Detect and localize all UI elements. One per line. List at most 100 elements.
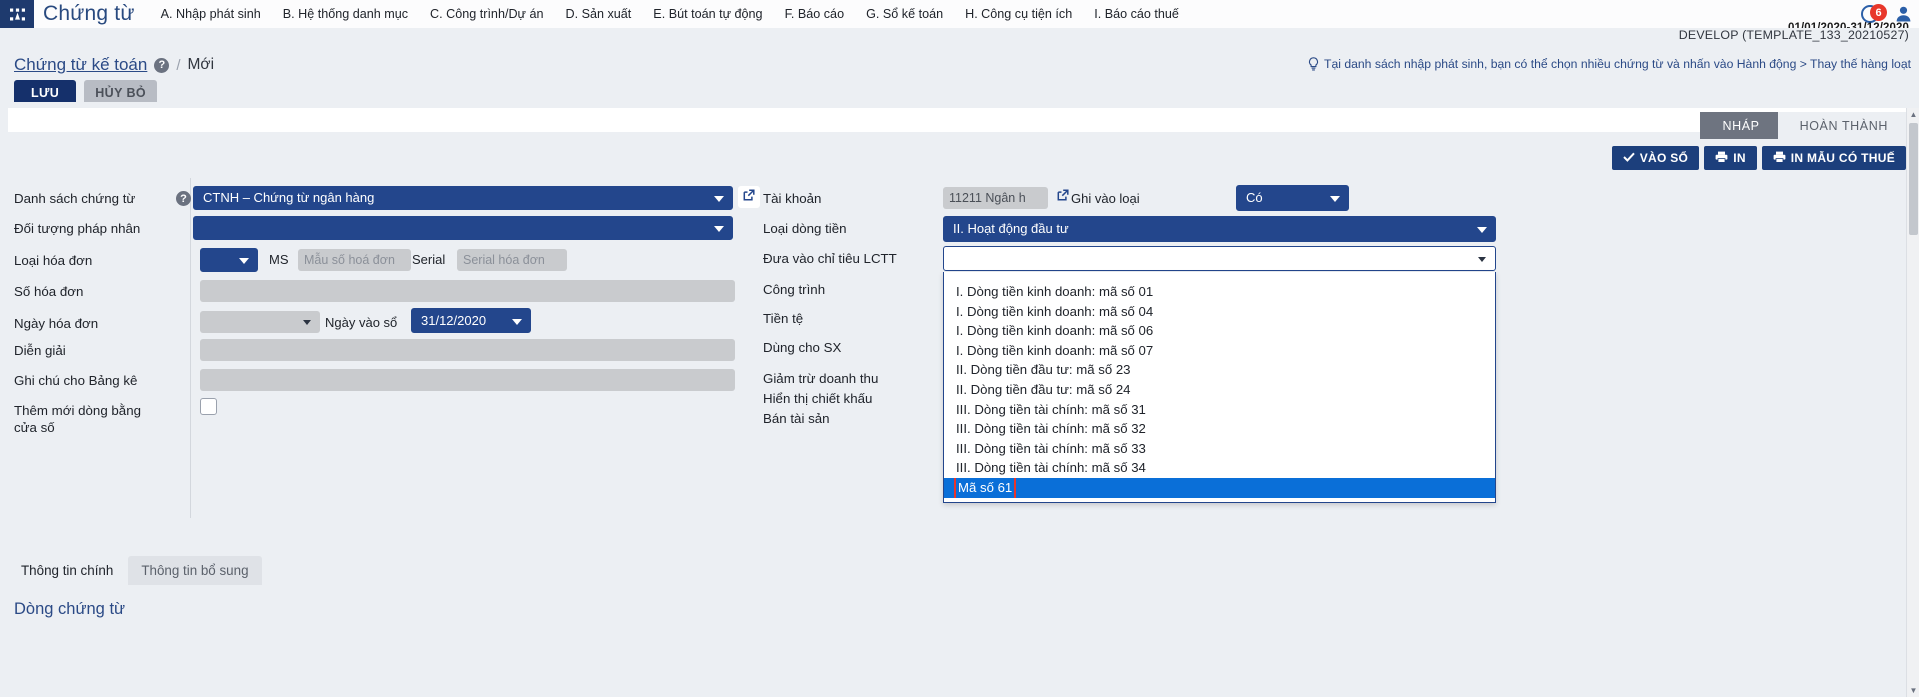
develop-template-label: DEVELOP (TEMPLATE_133_20210527) — [1678, 28, 1909, 42]
breadcrumb-link-chung-tu-ke-toan[interactable]: Chứng từ kế toán — [14, 55, 147, 75]
action-button-row: LƯU HỦY BỎ — [0, 80, 1919, 102]
scroll-down-icon[interactable]: ▼ — [1907, 684, 1919, 697]
scroll-up-icon[interactable]: ▲ — [1907, 108, 1919, 121]
status-tabs: NHÁP HOÀN THÀNH — [1700, 112, 1906, 139]
label-ban-tai-san: Bán tài sản — [763, 411, 830, 426]
breadcrumb-separator: / — [176, 56, 181, 74]
dropdown-option[interactable]: I. Dòng tiền kinh doanh: mã số 01 — [944, 282, 1495, 302]
app-logo — [0, 0, 34, 28]
serial-input[interactable]: Serial hóa đơn — [457, 249, 567, 271]
dropdown-option-selected[interactable]: Mã số 61 — [944, 477, 1495, 498]
dropdown-option[interactable]: III. Dòng tiền tài chính: mã số 34 — [944, 458, 1495, 478]
entry-date-input[interactable]: 31/12/2020 — [411, 308, 531, 333]
menu-item-cong-trinh-du-an[interactable]: C. Công trình/Dự án — [430, 7, 543, 21]
save-button[interactable]: LƯU — [14, 80, 77, 102]
label-tien-te: Tiền tệ — [763, 311, 804, 326]
lctt-dropdown-list[interactable]: I. Dòng tiền kinh doanh: mã số 01 I. Dòn… — [943, 272, 1496, 503]
print-tax-template-button[interactable]: IN MẪU CÓ THUẾ — [1761, 146, 1906, 170]
cancel-button[interactable]: HỦY BỎ — [84, 80, 158, 102]
dropdown-option[interactable]: I. Dòng tiền kinh doanh: mã số 06 — [944, 321, 1495, 341]
account-input[interactable]: 11211 Ngân h — [943, 187, 1048, 209]
invoice-date-input[interactable] — [200, 311, 320, 333]
label-doi-tuong-phap-nhan: Đối tượng pháp nhân — [14, 221, 141, 236]
label-ngay-vao-so: Ngày vào sổ — [325, 315, 398, 330]
status-tab-hoan-thanh[interactable]: HOÀN THÀNH — [1777, 112, 1906, 139]
dropdown-option[interactable]: I. Dòng tiền kinh doanh: mã số 04 — [944, 302, 1495, 322]
dropdown-option[interactable]: III. Dòng tiền tài chính: mã số 32 — [944, 419, 1495, 439]
tab-thong-tin-bo-sung[interactable]: Thông tin bổ sung — [128, 556, 262, 585]
notification-count-badge: 6 — [1870, 4, 1887, 21]
form-column-divider — [190, 178, 191, 518]
record-as-select[interactable]: Có — [1236, 185, 1349, 211]
notification-button[interactable]: 6 — [1861, 4, 1887, 24]
scrollbar-thumb[interactable] — [1909, 123, 1918, 235]
label-ngay-hoa-don: Ngày hóa đơn — [14, 316, 99, 331]
dropdown-option[interactable]: II. Dòng tiền đầu tư: mã số 23 — [944, 360, 1495, 380]
menu-item-bao-cao-thue[interactable]: I. Báo cáo thuế — [1094, 7, 1179, 21]
invoice-type-select[interactable] — [200, 248, 258, 272]
main-menu: A. Nhập phát sinh B. Hệ thống danh mục C… — [161, 7, 1179, 21]
tab-thong-tin-chinh[interactable]: Thông tin chính — [8, 556, 127, 585]
label-ghi-vao-loai: Ghi vào loại — [1071, 191, 1140, 206]
menu-item-he-thong-danh-muc[interactable]: B. Hệ thống danh mục — [283, 7, 408, 21]
menu-item-but-toan-tu-dong[interactable]: E. Bút toán tự động — [653, 7, 762, 21]
add-row-by-window-checkbox[interactable] — [200, 398, 217, 415]
dropdown-option-selected-label: Mã số 61 — [953, 477, 1017, 498]
printer-icon — [1715, 151, 1728, 166]
label-dung-cho-sx: Dùng cho SX — [763, 340, 842, 355]
voucher-list-external-link-button[interactable] — [738, 186, 760, 208]
label-danh-sach-chung-tu: Danh sách chứng từ — [14, 191, 136, 206]
legal-entity-select[interactable] — [193, 216, 733, 240]
breadcrumb: Chứng từ kế toán ? / Mới Tại danh sách n… — [0, 50, 1919, 80]
print-tax-template-label: IN MẪU CÓ THUẾ — [1790, 151, 1895, 165]
note-for-statement-input[interactable] — [200, 369, 735, 391]
external-link-icon — [1056, 188, 1070, 207]
dropdown-option[interactable]: I. Dòng tiền kinh doanh: mã số 07 — [944, 341, 1495, 361]
cashflow-type-select[interactable]: II. Hoạt động đầu tư — [943, 216, 1496, 242]
question-mark-icon[interactable]: ? — [154, 57, 170, 73]
card-top-strip — [8, 108, 1906, 132]
invoice-template-input[interactable]: Mẫu số hoá đơn — [298, 249, 411, 271]
dropdown-option[interactable]: III. Dòng tiền tài chính: mã số 31 — [944, 400, 1495, 420]
dropdown-option[interactable]: III. Dòng tiền tài chính: mã số 33 — [944, 439, 1495, 459]
invoice-number-input[interactable] — [200, 280, 735, 302]
label-tai-khoan: Tài khoản — [763, 191, 822, 206]
user-avatar-icon[interactable] — [1896, 6, 1911, 22]
print-button[interactable]: IN — [1704, 146, 1757, 170]
chevron-down-icon — [1330, 196, 1340, 202]
label-loai-dong-tien: Loại dòng tiền — [763, 221, 847, 236]
chevron-down-icon — [512, 318, 522, 325]
menu-item-bao-cao[interactable]: F. Báo cáo — [785, 7, 845, 21]
vertical-scrollbar[interactable]: ▲ ▼ — [1906, 108, 1919, 697]
label-hien-thi-chiet-khau: Hiển thị chiết khấu — [763, 391, 873, 406]
status-tab-nhap[interactable]: NHÁP — [1700, 112, 1791, 139]
record-toolbar: VÀO SỔ IN IN MẪU CÓ THUẾ — [1611, 146, 1906, 170]
menu-item-nhap-phat-sinh[interactable]: A. Nhập phát sinh — [161, 7, 261, 21]
breadcrumb-current-moi: Mới — [187, 56, 215, 73]
menu-item-cong-cu-tien-ich[interactable]: H. Công cụ tiện ích — [965, 7, 1072, 21]
label-ghi-chu-bang-ke: Ghi chú cho Bảng kê — [14, 373, 138, 388]
chevron-down-icon — [1477, 227, 1487, 233]
menu-item-san-xuat[interactable]: D. Sản xuất — [565, 7, 631, 21]
voucher-list-select[interactable]: CTNH – Chứng từ ngân hàng — [193, 186, 733, 210]
question-mark-icon[interactable]: ? — [176, 191, 191, 206]
menu-item-so-ke-toan[interactable]: G. Sổ kế toán — [866, 7, 943, 21]
chevron-down-icon — [1478, 256, 1486, 262]
chevron-down-icon — [714, 226, 724, 232]
label-dien-giai: Diễn giải — [14, 343, 66, 358]
account-value: 11211 Ngân h — [949, 191, 1026, 205]
label-so-hoa-don: Số hóa đơn — [14, 284, 84, 299]
label-them-moi-dong-bang-cua-so: Thêm mới dòng bằng cửa số — [14, 403, 141, 435]
post-to-ledger-button[interactable]: VÀO SỔ — [1611, 146, 1700, 170]
sub-bar: DEVELOP (TEMPLATE_133_20210527) — [0, 28, 1919, 50]
label-giam-tru-doanh-thu: Giảm trừ doanh thu — [763, 371, 879, 386]
label-dua-vao-chi-tieu-lctt: Đưa vào chỉ tiêu LCTT — [763, 251, 897, 266]
check-icon — [1622, 151, 1635, 165]
label-serial: Serial — [412, 252, 446, 267]
dropdown-option[interactable]: II. Dòng tiền đầu tư: mã số 24 — [944, 380, 1495, 400]
description-input[interactable] — [200, 339, 735, 361]
chevron-down-icon — [239, 258, 249, 264]
lctt-indicator-select[interactable] — [943, 246, 1496, 271]
label-ms: MS — [269, 252, 289, 267]
content-card: NHÁP HOÀN THÀNH VÀO SỔ IN IN MẪU CÓ THUẾ… — [8, 108, 1906, 697]
